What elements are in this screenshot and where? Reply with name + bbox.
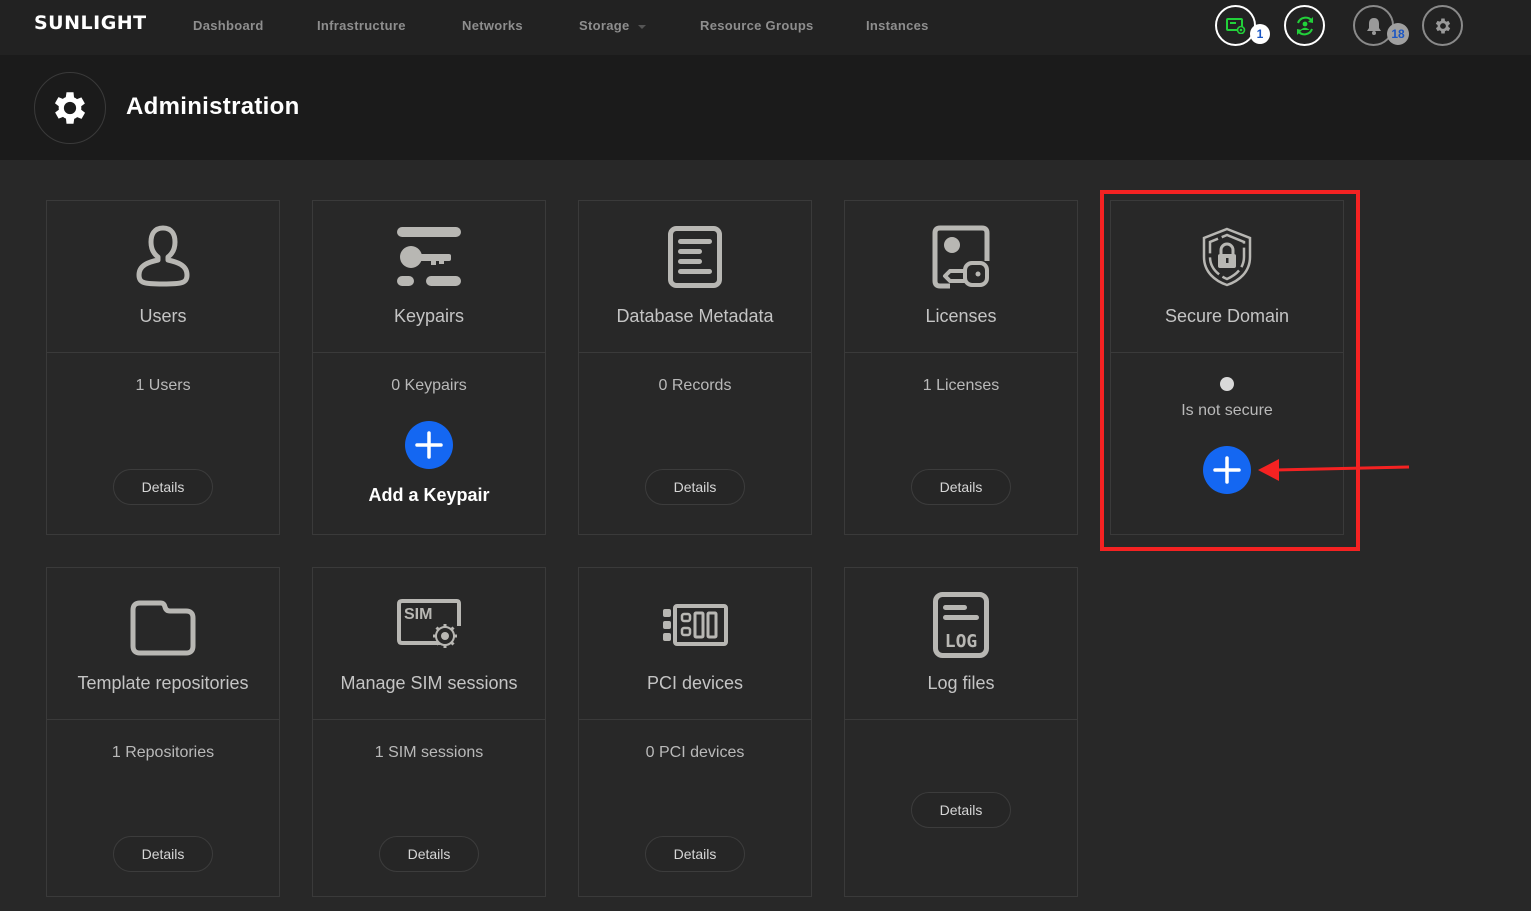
card-count: 1 Repositories <box>111 744 215 761</box>
licenses-details-button[interactable]: Details <box>911 469 1011 505</box>
nav-infrastructure[interactable]: Infrastructure <box>317 18 406 33</box>
nav-storage-label: Storage <box>579 18 630 33</box>
plus-icon <box>1213 456 1241 484</box>
shield-lock-icon <box>1202 227 1252 287</box>
pci-devices-details-button[interactable]: Details <box>645 836 745 872</box>
card-count: 0 PCI devices <box>645 744 745 761</box>
sim-sessions-button[interactable] <box>1215 5 1256 46</box>
sim-badge: 1 <box>1250 24 1270 44</box>
card-title: Licenses <box>925 306 997 326</box>
nav-networks[interactable]: Networks <box>462 18 523 33</box>
add-keypair-link[interactable]: Add a Keypair <box>313 485 545 506</box>
card-title: Manage SIM sessions <box>340 673 518 693</box>
chevron-down-icon <box>637 24 646 29</box>
sim-sessions-details-button[interactable]: Details <box>379 836 479 872</box>
sim-settings-icon <box>1225 17 1245 34</box>
log-files-details-button[interactable]: Details <box>911 792 1011 828</box>
nav-dashboard[interactable]: Dashboard <box>193 18 264 33</box>
security-status-text: Is not secure <box>1181 402 1273 419</box>
key-list-icon <box>397 227 461 286</box>
sunlight-logo[interactable]: SUNLIGHT <box>34 12 147 34</box>
nav-resource-groups[interactable]: Resource Groups <box>700 18 814 33</box>
page-header: Administration <box>0 55 1531 160</box>
card-title: Users <box>139 306 187 326</box>
card-users: Users 1 Users Details <box>46 200 280 535</box>
notifications-badge: 18 <box>1387 23 1409 45</box>
card-count: 1 Users <box>135 377 191 394</box>
sim-settings-icon: SIM <box>397 599 461 648</box>
card-count: 1 Licenses <box>922 377 1000 394</box>
card-log-files: LOG Log files Details <box>844 567 1078 897</box>
card-title: Database Metadata <box>616 306 774 326</box>
card-count: 0 Records <box>658 377 732 394</box>
card-title: Log files <box>927 673 995 693</box>
card-database-metadata: Database Metadata 0 Records Details <box>578 200 812 535</box>
add-keypair-button[interactable] <box>405 421 453 469</box>
template-repositories-details-button[interactable]: Details <box>113 836 213 872</box>
page-title: Administration <box>126 93 300 120</box>
nav-instances[interactable]: Instances <box>866 18 929 33</box>
gear-icon <box>54 92 86 124</box>
card-title: Keypairs <box>393 306 465 326</box>
administration-icon-container <box>34 72 106 144</box>
user-icon <box>136 225 190 287</box>
add-secure-domain-button[interactable] <box>1203 446 1251 494</box>
card-template-repositories: Template repositories 1 Repositories Det… <box>46 567 280 897</box>
gear-icon <box>1435 18 1450 33</box>
log-icon-text: LOG <box>945 631 978 652</box>
user-sync-button[interactable] <box>1284 5 1325 46</box>
card-pci-devices: PCI devices 0 PCI devices Details <box>578 567 812 897</box>
settings-button[interactable] <box>1422 5 1463 46</box>
sim-icon-text: SIM <box>404 606 432 623</box>
user-sync-icon <box>1296 16 1313 35</box>
card-count: 1 SIM sessions <box>374 744 484 761</box>
nav-storage[interactable]: Storage <box>579 18 646 33</box>
card-title: PCI devices <box>646 673 744 693</box>
card-title: Template repositories <box>77 673 249 693</box>
plus-icon <box>415 431 443 459</box>
database-metadata-details-button[interactable]: Details <box>645 469 745 505</box>
bell-icon <box>1366 17 1381 35</box>
pci-card-icon <box>663 604 728 646</box>
security-status-indicator <box>1220 377 1234 391</box>
users-details-button[interactable]: Details <box>113 469 213 505</box>
folder-icon <box>130 600 196 656</box>
log-file-icon: LOG <box>933 592 989 658</box>
license-key-icon <box>932 225 990 289</box>
card-keypairs: Keypairs 0 Keypairs Add a Keypair <box>312 200 546 535</box>
document-icon <box>668 226 722 288</box>
card-sim-sessions: SIM Manage SIM sessions 1 SIM sessions D… <box>312 567 546 897</box>
card-count: 0 Keypairs <box>391 377 467 394</box>
card-licenses: Licenses 1 Licenses Details <box>844 200 1078 535</box>
top-navigation-bar: SUNLIGHT Dashboard Infrastructure Networ… <box>0 0 1531 55</box>
card-title: Secure Domain <box>1164 306 1290 326</box>
card-secure-domain: Secure Domain Is not secure <box>1110 200 1344 535</box>
